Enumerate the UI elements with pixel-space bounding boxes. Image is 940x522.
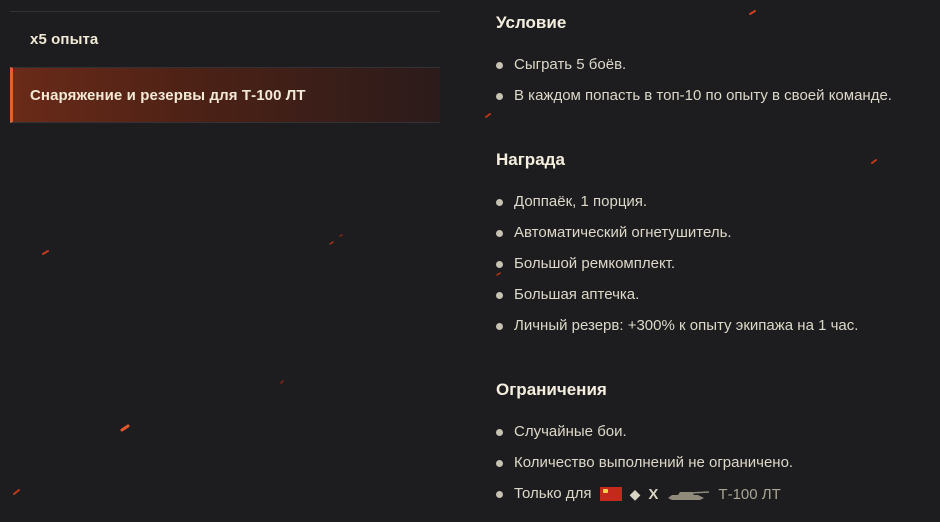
menu-item-x5-experience[interactable]: x5 опыта xyxy=(10,11,440,67)
restrictions-list: Случайные бои. Количество выполнений не … xyxy=(496,416,793,509)
list-item: Доппаёк, 1 порция. xyxy=(496,186,858,217)
list-item-vehicle-restriction: Только для ◆ X Т-100 ЛТ xyxy=(496,478,793,509)
list-item: Личный резерв: +300% к опыту экипажа на … xyxy=(496,310,858,341)
list-item: В каждом попасть в топ-10 по опыту в сво… xyxy=(496,80,892,111)
vehicle-tier: X xyxy=(648,485,659,503)
menu-item-label: x5 опыта xyxy=(30,31,99,48)
vehicle-name: Т-100 ЛТ xyxy=(718,485,781,503)
condition-list: Сыграть 5 боёв. В каждом попасть в топ-1… xyxy=(496,49,892,111)
list-item: Автоматический огнетушитель. xyxy=(496,217,858,248)
vehicle-restriction-prefix: Только для xyxy=(514,485,592,502)
reward-list: Доппаёк, 1 порция. Автоматический огнету… xyxy=(496,186,858,341)
reward-title: Награда xyxy=(496,150,565,169)
condition-title: Условие xyxy=(496,13,567,32)
ussr-flag-icon xyxy=(599,487,622,502)
tank-silhouette-icon xyxy=(668,491,710,501)
menu-item-label: Снаряжение и резервы для Т-100 ЛТ xyxy=(30,86,306,104)
menu-item-equipment-and-reserves[interactable]: Снаряжение и резервы для Т-100 ЛТ xyxy=(10,67,440,123)
list-item: Случайные бои. xyxy=(496,416,793,447)
list-item: Сыграть 5 боёв. xyxy=(496,49,892,80)
list-item: Большой ремкомплект. xyxy=(496,248,858,279)
restrictions-title: Ограничения xyxy=(496,380,607,399)
list-item: Количество выполнений не ограничено. xyxy=(496,447,793,478)
vehicle-badge: ◆ X Т-100 ЛТ xyxy=(599,479,781,510)
light-tank-icon: ◆ xyxy=(629,485,641,502)
list-item: Большая аптечка. xyxy=(496,279,858,310)
left-menu: x5 опыта Снаряжение и резервы для Т-100 … xyxy=(10,11,440,123)
